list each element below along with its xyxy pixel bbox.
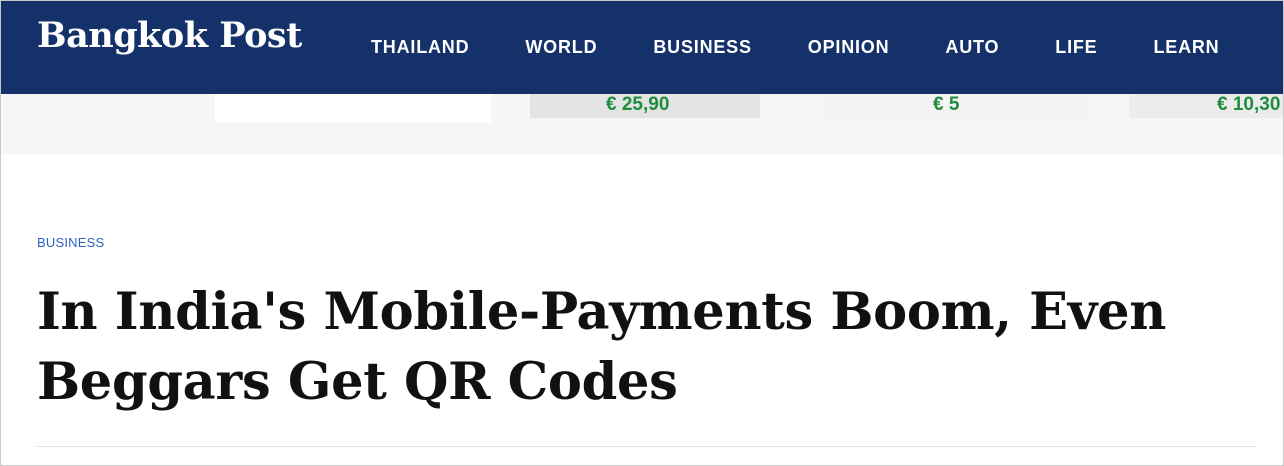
nav-item-auto[interactable]: AUTO (945, 37, 999, 58)
headline-divider (37, 446, 1257, 447)
main-nav: THAILAND WORLD BUSINESS OPINION AUTO LIF… (371, 37, 1275, 58)
article-headline: In India's Mobile-Payments Boom, Even Be… (37, 282, 1167, 412)
nav-item-life[interactable]: LIFE (1055, 37, 1097, 58)
ad-price[interactable]: € 5 (933, 94, 959, 116)
browser-viewport: Bangkok Post THAILAND WORLD BUSINESS OPI… (0, 0, 1284, 466)
ad-price[interactable]: € 10,30 (1217, 94, 1280, 116)
nav-item-world[interactable]: WORLD (525, 37, 597, 58)
site-header: Bangkok Post THAILAND WORLD BUSINESS OPI… (1, 1, 1283, 94)
site-logo[interactable]: Bangkok Post (37, 15, 302, 56)
nav-item-learn[interactable]: LEARN (1153, 37, 1219, 58)
ad-product-card[interactable] (215, 94, 491, 122)
ad-banner-strip: € 25,90 € 5 € 10,30 (1, 94, 1283, 154)
ad-price[interactable]: € 25,90 (606, 94, 669, 116)
nav-item-thailand[interactable]: THAILAND (371, 37, 469, 58)
article-category-link[interactable]: BUSINESS (37, 235, 104, 250)
nav-item-opinion[interactable]: OPINION (808, 37, 890, 58)
nav-item-business[interactable]: BUSINESS (653, 37, 751, 58)
